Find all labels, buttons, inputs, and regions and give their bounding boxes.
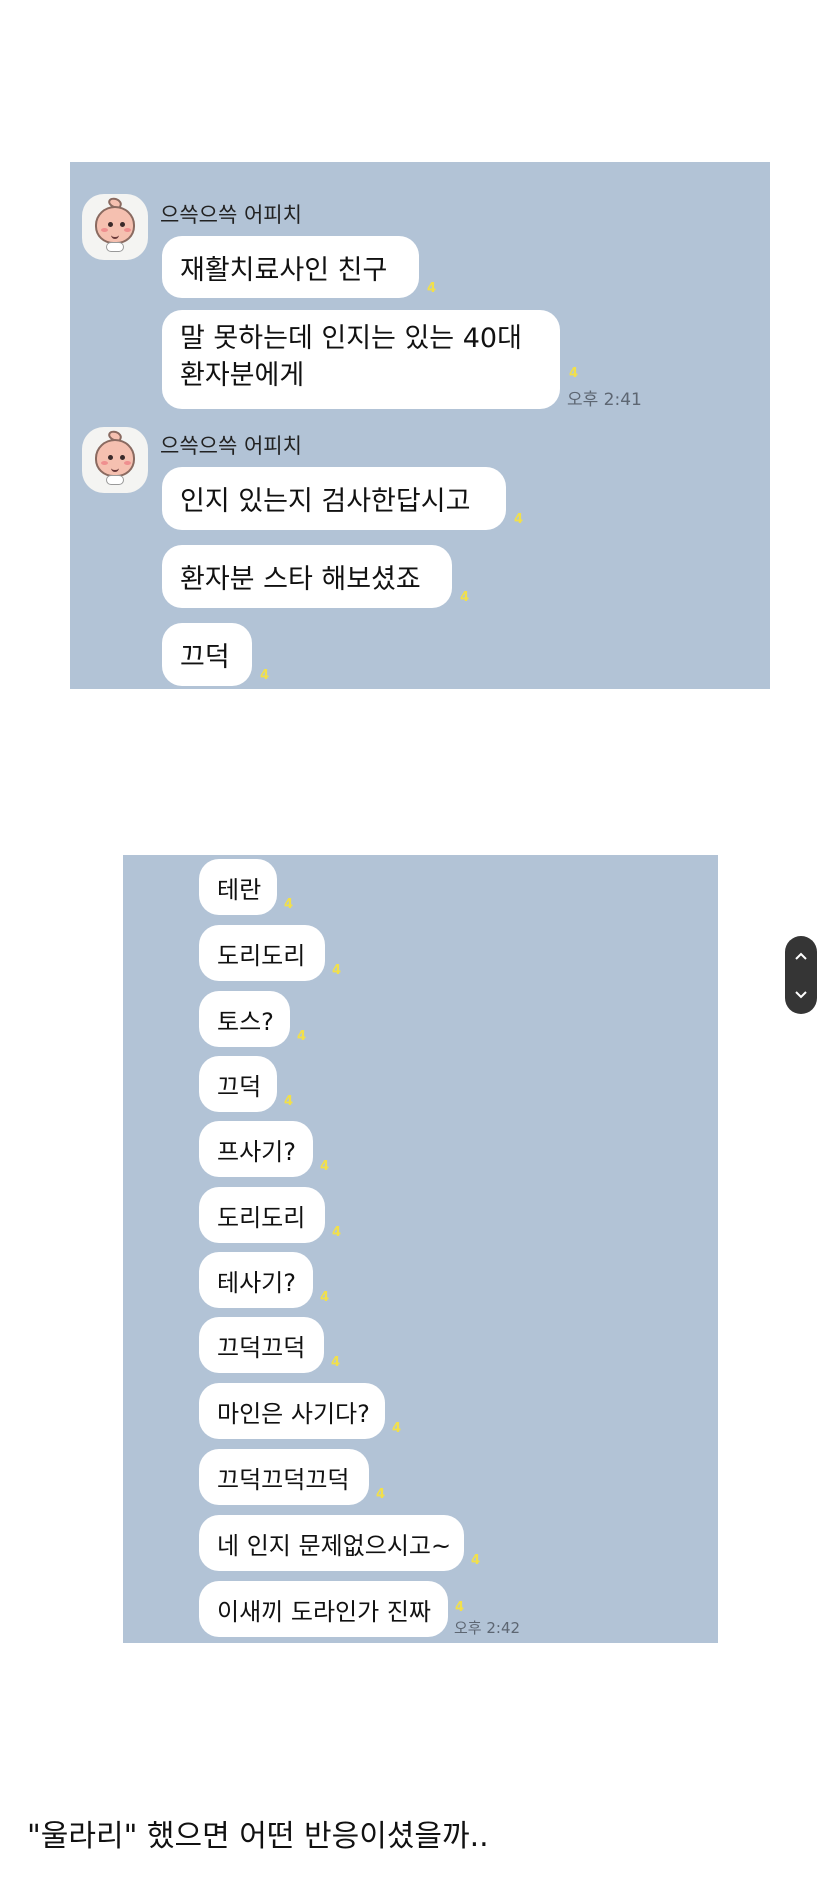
- unread-count: 4: [332, 963, 342, 978]
- message-bubble: 재활치료사인 친구: [162, 236, 419, 298]
- message-bubble: 이새끼 도라인가 진짜: [199, 1581, 448, 1637]
- unread-count: 4: [320, 1159, 330, 1174]
- message-bubble: 프사기?: [199, 1121, 313, 1177]
- message-bubble: 끄덕: [199, 1056, 277, 1112]
- scroll-navigation: [785, 936, 817, 1014]
- chevron-up-icon: [795, 952, 807, 960]
- chevron-down-icon: [795, 990, 807, 998]
- message-bubble: 끄덕: [162, 623, 252, 686]
- unread-count: 4: [427, 281, 437, 296]
- message-bubble: 인지 있는지 검사한답시고: [162, 467, 506, 530]
- scroll-up-button[interactable]: [785, 936, 817, 975]
- unread-count: 4: [376, 1487, 386, 1502]
- apeach-avatar: [82, 427, 148, 493]
- message-time: 오후 2:42: [454, 1619, 521, 1637]
- chat-screenshot-2: 테란 4 도리도리 4 토스? 4 끄덕 4 프사기? 4 도리도리 4 테사기…: [123, 855, 718, 1643]
- unread-count: 4: [331, 1355, 341, 1370]
- unread-count: 4: [297, 1029, 307, 1044]
- unread-count: 4: [260, 668, 270, 683]
- message-bubble: 네 인지 문제없으시고~: [199, 1515, 464, 1571]
- message-bubble: 환자분 스타 해보셨죠: [162, 545, 452, 608]
- message-bubble: 말 못하는데 인지는 있는 40대 환자분에게: [162, 310, 560, 409]
- unread-count: 4: [320, 1290, 330, 1305]
- chat-screenshot-1: 으쓱으쓱 어피치 재활치료사인 친구 4 말 못하는데 인지는 있는 40대 환…: [70, 162, 770, 689]
- scroll-down-button[interactable]: [785, 975, 817, 1014]
- sender-name: 으쓱으쓱 어피치: [160, 203, 302, 227]
- message-bubble: 마인은 사기다?: [199, 1383, 385, 1439]
- apeach-avatar: [82, 194, 148, 260]
- unread-count: 4: [284, 897, 294, 912]
- unread-count: 4: [392, 1421, 402, 1436]
- message-bubble: 테사기?: [199, 1252, 313, 1308]
- unread-count: 4: [514, 512, 524, 527]
- unread-count: 4: [284, 1094, 294, 1109]
- post-caption: "울라리" 했으면 어떤 반응이셨을까..: [27, 1819, 489, 1854]
- sender-name: 으쓱으쓱 어피치: [160, 434, 302, 458]
- unread-count: 4: [460, 590, 470, 605]
- message-bubble: 도리도리: [199, 1187, 325, 1243]
- unread-count: 4: [569, 366, 579, 381]
- unread-count: 4: [471, 1553, 481, 1568]
- message-bubble: 끄덕끄덕끄덕: [199, 1449, 369, 1505]
- message-bubble: 테란: [199, 859, 277, 915]
- unread-count: 4: [455, 1600, 465, 1615]
- message-time: 오후 2:41: [567, 390, 642, 410]
- message-bubble: 끄덕끄덕: [199, 1317, 324, 1373]
- unread-count: 4: [332, 1225, 342, 1240]
- message-bubble: 토스?: [199, 991, 290, 1047]
- message-bubble: 도리도리: [199, 925, 325, 981]
